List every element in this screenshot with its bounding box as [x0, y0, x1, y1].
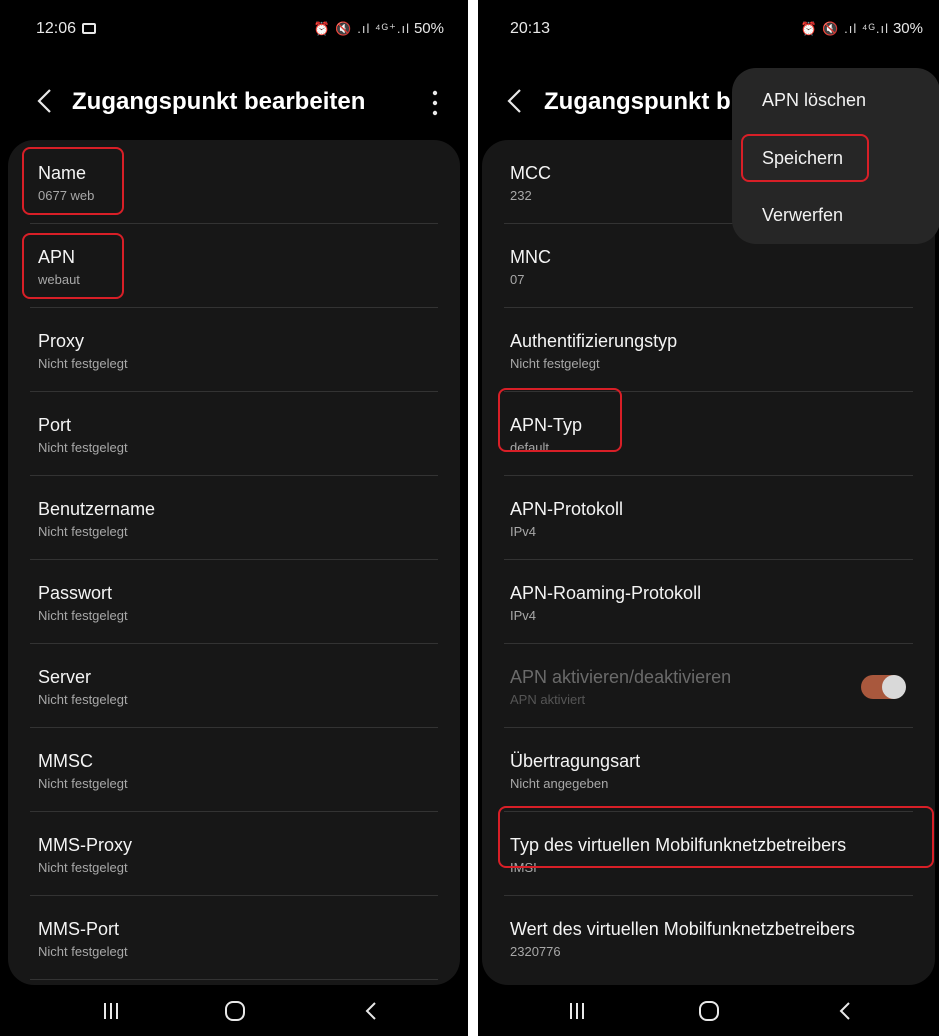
- page-title: Zugangspunkt b: [544, 88, 731, 115]
- setting-row-mmsc[interactable]: MMSC Nicht festgelegt: [8, 728, 460, 812]
- settings-list: MCC 232 MNC 07 Authentifizierungstyp Nic…: [482, 140, 935, 985]
- setting-row-password[interactable]: Passwort Nicht festgelegt: [8, 560, 460, 644]
- navigation-bar: [478, 986, 939, 1036]
- home-icon[interactable]: [220, 996, 250, 1026]
- battery-percent: 30%: [892, 20, 923, 37]
- recent-apps-icon[interactable]: [96, 996, 126, 1026]
- overflow-menu: APN löschen Speichern Verwerfen: [732, 68, 939, 244]
- setting-row-proxy[interactable]: Proxy Nicht festgelegt: [8, 308, 460, 392]
- recent-apps-icon[interactable]: [562, 996, 592, 1026]
- setting-row-name[interactable]: Name 0677 web: [8, 140, 460, 224]
- phone-screen-right: 20:13 ⏰ 🔇 .ıl ⁴ᴳ.ıl 30% Zugangspunkt b M…: [478, 0, 939, 1036]
- back-arrow-icon[interactable]: [498, 84, 532, 118]
- setting-row-apn-type[interactable]: APN-Typ default: [482, 392, 935, 476]
- setting-row-apn-enable: APN aktivieren/deaktivieren APN aktivier…: [482, 644, 935, 728]
- status-bar: 20:13 ⏰ 🔇 .ıl ⁴ᴳ.ıl 30%: [478, 0, 939, 60]
- page-title: Zugangspunkt bearbeiten: [72, 88, 366, 115]
- more-options-icon[interactable]: [430, 88, 440, 118]
- status-bar: 12:06 ⏰ 🔇 .ıl ⁴ᴳ⁺.ıl 50%: [0, 0, 468, 60]
- home-icon[interactable]: [694, 996, 724, 1026]
- phone-screen-left: 12:06 ⏰ 🔇 .ıl ⁴ᴳ⁺.ıl 50% Zugangspunkt be…: [0, 0, 468, 1036]
- app-bar: Zugangspunkt bearbeiten: [0, 78, 468, 128]
- setting-row-apn-roaming-protocol[interactable]: APN-Roaming-Protokoll IPv4: [482, 560, 935, 644]
- setting-row-port[interactable]: Port Nicht festgelegt: [8, 392, 460, 476]
- setting-row-mvno-type[interactable]: Typ des virtuellen Mobilfunknetzbetreibe…: [482, 812, 935, 896]
- setting-row-apn-protocol[interactable]: APN-Protokoll IPv4: [482, 476, 935, 560]
- setting-row-mvno-value[interactable]: Wert des virtuellen Mobilfunknetzbetreib…: [482, 896, 935, 980]
- navigation-bar: [0, 986, 468, 1036]
- setting-row-apn[interactable]: APN webaut: [8, 224, 460, 308]
- gallery-icon: [82, 23, 97, 34]
- nav-back-icon[interactable]: [830, 996, 860, 1026]
- setting-row-auth-type[interactable]: Authentifizierungstyp Nicht festgelegt: [482, 308, 935, 392]
- apn-enable-toggle: [861, 675, 906, 699]
- settings-list: Name 0677 web APN webaut Proxy Nicht fes…: [8, 140, 460, 985]
- nav-back-icon[interactable]: [356, 996, 386, 1026]
- setting-row-username[interactable]: Benutzername Nicht festgelegt: [8, 476, 460, 560]
- menu-item-delete-apn[interactable]: APN löschen: [762, 90, 866, 111]
- menu-item-discard[interactable]: Verwerfen: [762, 205, 843, 226]
- status-time: 20:13: [510, 20, 551, 37]
- setting-row-bearer[interactable]: Übertragungsart Nicht angegeben: [482, 728, 935, 812]
- status-icons: ⏰ 🔇 .ıl ⁴ᴳ⁺.ıl: [313, 20, 410, 36]
- status-time: 12:06: [36, 20, 97, 38]
- back-arrow-icon[interactable]: [28, 84, 62, 118]
- battery-percent: 50%: [413, 20, 444, 37]
- setting-row-server[interactable]: Server Nicht festgelegt: [8, 644, 460, 728]
- menu-item-save[interactable]: Speichern: [762, 148, 843, 169]
- setting-row-mms-port[interactable]: MMS-Port Nicht festgelegt: [8, 896, 460, 980]
- status-icons: ⏰ 🔇 .ıl ⁴ᴳ.ıl: [800, 20, 889, 36]
- setting-row-mms-proxy[interactable]: MMS-Proxy Nicht festgelegt: [8, 812, 460, 896]
